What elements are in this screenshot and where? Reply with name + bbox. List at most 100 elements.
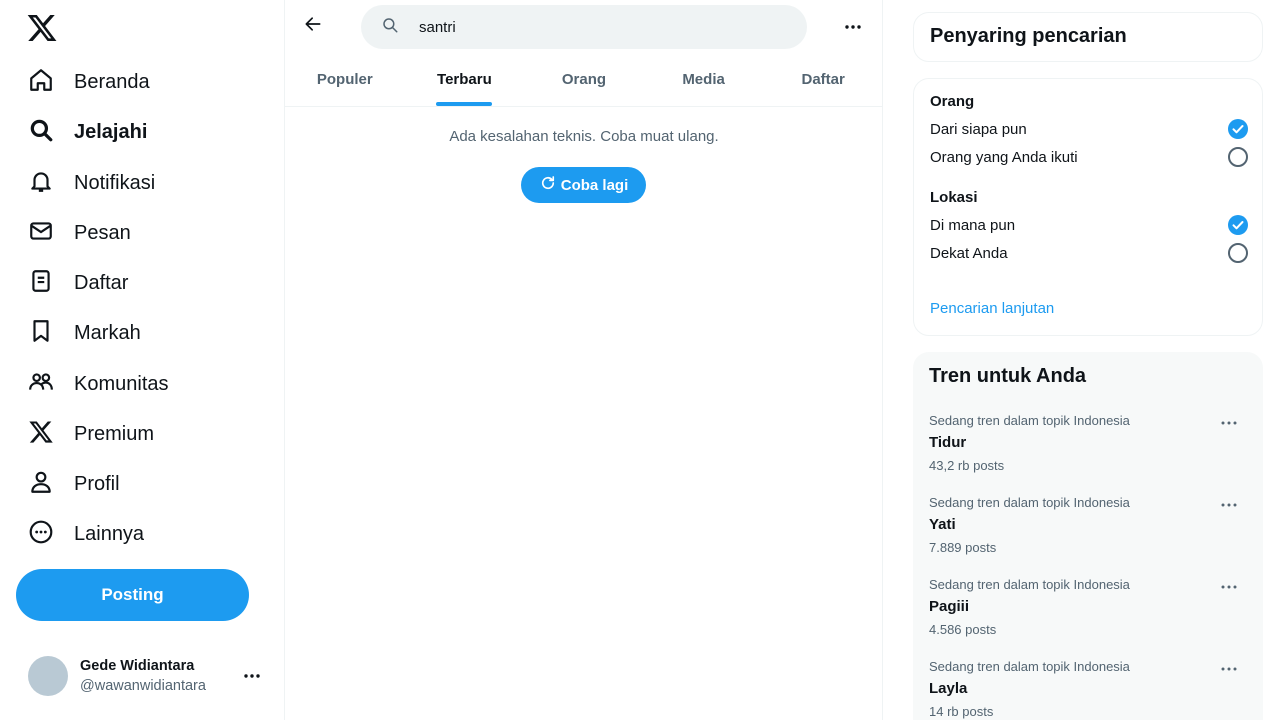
sidebar-item-label: Premium (74, 422, 155, 445)
main-column: Populer Terbaru Orang Media Daftar Ada k… (284, 0, 883, 720)
trend-item[interactable]: Sedang tren dalam topik Indonesia Yati 7… (913, 488, 1263, 570)
sidebar-item-label: Beranda (74, 70, 150, 93)
sidebar-item-daftar[interactable]: Daftar (16, 261, 140, 305)
sidebar-item-markah[interactable]: Markah (16, 311, 153, 355)
post-button[interactable]: Posting (16, 569, 249, 621)
sidebar-item-label: Daftar (74, 271, 129, 294)
avatar (28, 656, 68, 696)
retry-button[interactable]: Coba lagi (521, 167, 646, 203)
sidebar-item-label: Markah (74, 321, 141, 344)
tab-label: Populer (316, 71, 373, 88)
search-input[interactable] (419, 18, 779, 36)
sidebar-item-pesan[interactable]: Pesan (16, 211, 143, 255)
trend-name: Layla (929, 680, 968, 697)
trend-context: Sedang tren dalam topik Indonesia (929, 495, 1130, 510)
trend-context: Sedang tren dalam topik Indonesia (929, 413, 1130, 428)
search-filter-header: Penyaring pencarian (913, 12, 1263, 62)
filter-option-anywhere[interactable]: Di mana pun (930, 211, 1248, 239)
trend-item[interactable]: Sedang tren dalam topik Indonesia Layla … (913, 652, 1263, 720)
home-icon (28, 67, 54, 98)
more-horizontal-icon[interactable] (1219, 413, 1239, 433)
arrow-left-icon (303, 14, 323, 39)
filter-option-label: Di mana pun (930, 216, 1016, 234)
tab-media[interactable]: Media (644, 53, 764, 106)
filter-section-people: Orang (930, 93, 975, 110)
filter-option-people-you-follow[interactable]: Orang yang Anda ikuti (930, 143, 1248, 171)
search-bar[interactable] (361, 5, 807, 49)
more-horizontal-icon[interactable] (1219, 495, 1239, 515)
search-filter-panel: Orang Dari siapa pun Orang yang Anda iku… (913, 78, 1263, 336)
bell-icon (28, 168, 54, 199)
search-filter-title: Penyaring pencarian (930, 25, 1127, 47)
sidebar-item-profil[interactable]: Profil (16, 462, 132, 506)
more-horizontal-icon[interactable] (1219, 577, 1239, 597)
trend-post-count: 7.889 posts (929, 540, 997, 555)
error-message: Ada kesalahan teknis. Coba muat ulang. (449, 128, 719, 145)
envelope-icon (28, 218, 54, 249)
tab-populer[interactable]: Populer (285, 53, 405, 106)
more-horizontal-icon (841, 25, 865, 43)
tab-label: Media (682, 71, 725, 88)
trend-item[interactable]: Sedang tren dalam topik Indonesia Tidur … (913, 406, 1263, 488)
search-icon (28, 117, 54, 148)
filter-option-label: Dekat Anda (930, 244, 1008, 262)
sidebar-item-lainnya[interactable]: Lainnya (16, 512, 156, 556)
trend-context: Sedang tren dalam topik Indonesia (929, 577, 1130, 592)
tab-label: Daftar (801, 71, 845, 88)
retry-label: Coba lagi (560, 176, 629, 194)
trend-post-count: 4.586 posts (929, 622, 997, 637)
sidebar-item-jelajahi[interactable]: Jelajahi (16, 110, 159, 154)
bookmark-icon (28, 318, 54, 349)
search-tabs: Populer Terbaru Orang Media Daftar (285, 53, 883, 107)
radio-checked-icon[interactable] (1228, 215, 1248, 235)
trends-title: Tren untuk Anda (929, 365, 1087, 387)
more-horizontal-icon (242, 666, 262, 686)
trend-post-count: 43,2 rb posts (929, 458, 1005, 473)
trend-name: Yati (929, 516, 956, 533)
sidebar-item-komunitas[interactable]: Komunitas (16, 362, 181, 406)
filter-option-label: Dari siapa pun (930, 120, 1027, 138)
filter-option-near-you[interactable]: Dekat Anda (930, 239, 1248, 267)
search-icon (381, 16, 399, 39)
sidebar-item-label: Komunitas (74, 372, 169, 395)
left-sidebar: Beranda Jelajahi Notifikasi Pesan Daftar… (0, 0, 284, 720)
filter-section-location: Lokasi (930, 189, 978, 206)
advanced-search-link[interactable]: Pencarian lanjutan (930, 300, 1054, 317)
more-circle-icon (28, 519, 54, 550)
sidebar-item-label: Pesan (74, 221, 131, 244)
trend-name: Pagiii (929, 598, 970, 615)
x-logo-icon (28, 419, 54, 450)
sidebar-item-label: Lainnya (74, 522, 145, 545)
account-name: Gede Widiantara (80, 658, 195, 674)
list-icon (28, 268, 54, 299)
trends-panel: Tren untuk Anda Sedang tren dalam topik … (913, 352, 1263, 720)
trend-post-count: 14 rb posts (929, 704, 994, 719)
trend-context: Sedang tren dalam topik Indonesia (929, 659, 1130, 674)
account-handle: @wawanwidiantara (80, 678, 206, 694)
account-switcher[interactable]: Gede Widiantara @wawanwidiantara (16, 644, 274, 708)
filter-option-label: Orang yang Anda ikuti (930, 148, 1078, 166)
trend-item[interactable]: Sedang tren dalam topik Indonesia Pagiii… (913, 570, 1263, 652)
tab-orang[interactable]: Orang (524, 53, 644, 106)
tab-label: Orang (561, 71, 607, 88)
sidebar-item-label: Notifikasi (74, 171, 156, 194)
sidebar-item-notifikasi[interactable]: Notifikasi (16, 161, 167, 205)
radio-checked-icon[interactable] (1228, 119, 1248, 139)
tab-label: Terbaru (437, 71, 492, 88)
radio-unchecked-icon[interactable] (1228, 147, 1248, 167)
x-logo-icon[interactable] (26, 12, 58, 44)
radio-unchecked-icon[interactable] (1228, 243, 1248, 263)
trend-name: Tidur (929, 434, 967, 451)
back-button[interactable] (297, 10, 329, 42)
sidebar-item-label: Profil (74, 472, 120, 495)
more-horizontal-icon[interactable] (1219, 659, 1239, 679)
sidebar-item-beranda[interactable]: Beranda (16, 60, 162, 104)
tab-daftar[interactable]: Daftar (763, 53, 883, 106)
more-options-button[interactable] (841, 15, 865, 39)
tab-terbaru[interactable]: Terbaru (405, 53, 525, 106)
person-icon (28, 469, 54, 500)
sidebar-item-premium[interactable]: Premium (16, 412, 166, 456)
filter-option-anyone[interactable]: Dari siapa pun (930, 115, 1248, 143)
refresh-icon (539, 174, 561, 196)
people-icon (28, 369, 54, 400)
